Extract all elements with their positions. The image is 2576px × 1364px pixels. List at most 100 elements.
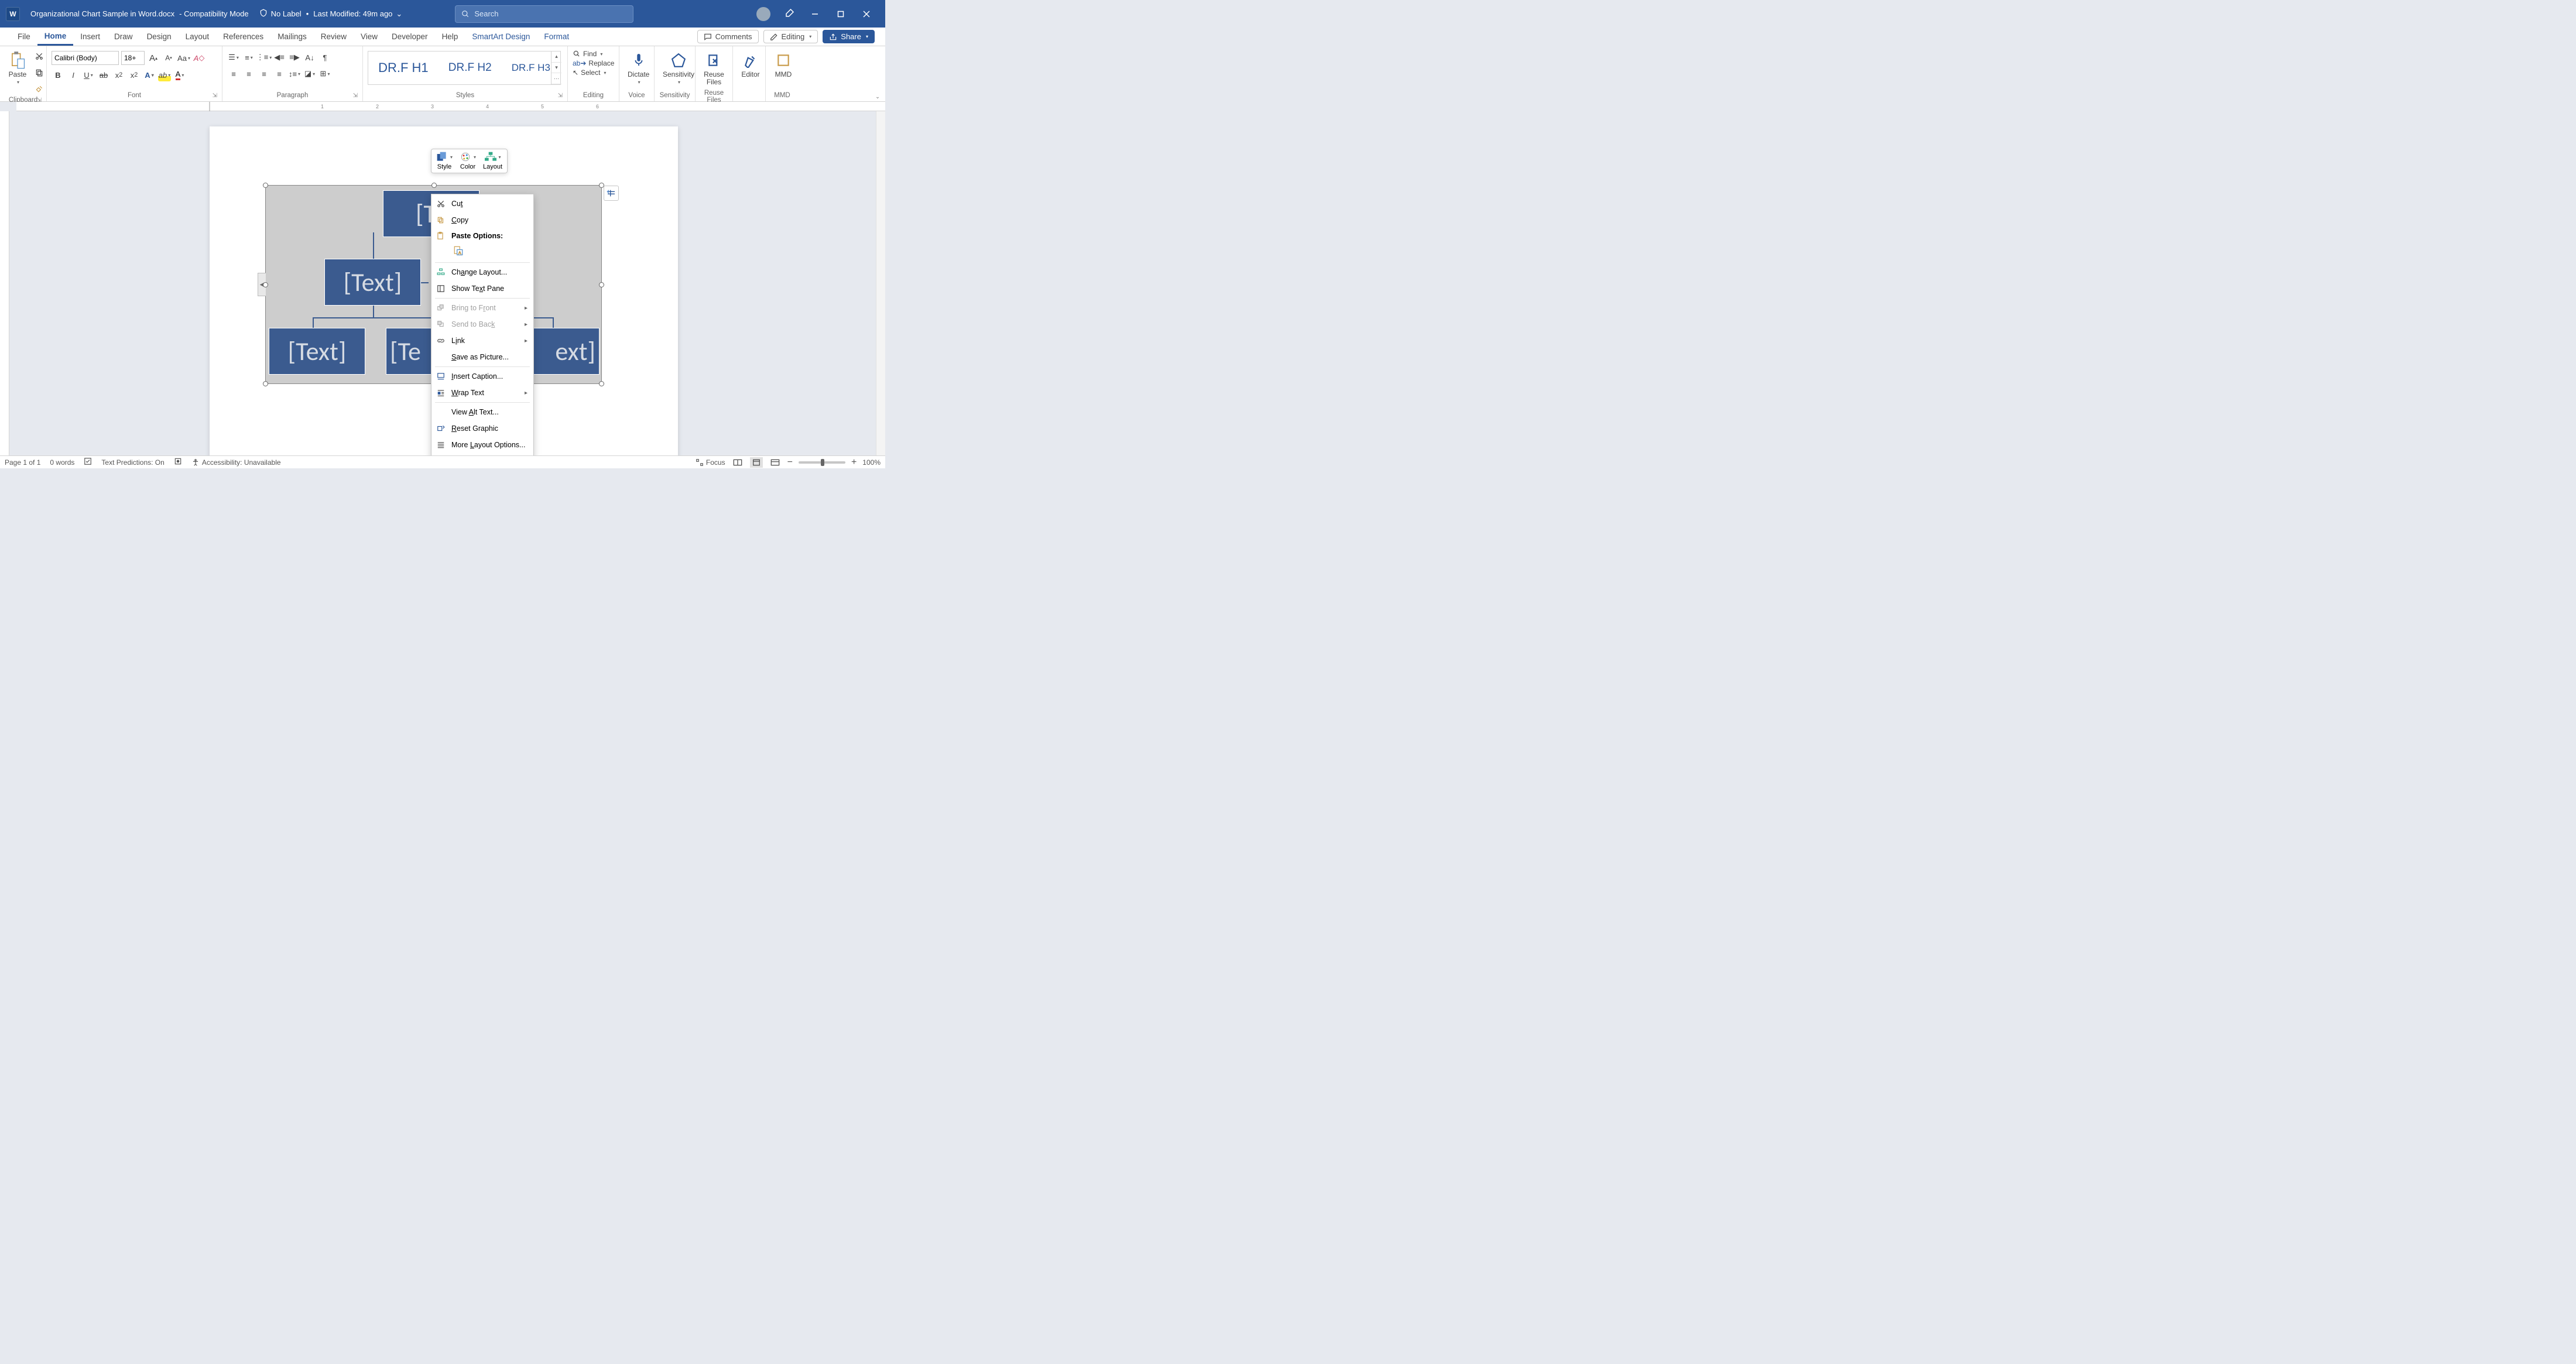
close-button[interactable]: [854, 0, 879, 28]
org-box-child-2[interactable]: [Te: [386, 328, 433, 375]
collapse-ribbon-button[interactable]: ⌄: [873, 92, 882, 101]
subscript-button[interactable]: x2: [112, 68, 125, 81]
ctx-send-to-back[interactable]: Send to Back ▸: [431, 316, 533, 333]
find-button[interactable]: Find▾: [573, 50, 602, 58]
styles-more-button[interactable]: ▴▾⋯: [551, 52, 561, 84]
ctx-wrap-text[interactable]: Wrap Text ▸: [431, 385, 533, 401]
resize-handle-bl[interactable]: [263, 381, 268, 386]
zoom-thumb[interactable]: [821, 459, 824, 466]
macro-icon[interactable]: [174, 457, 182, 467]
reuse-files-button[interactable]: Reuse Files: [700, 49, 728, 88]
read-mode-button[interactable]: [731, 457, 744, 468]
ctx-copy[interactable]: Copy: [431, 212, 533, 228]
focus-mode-button[interactable]: Focus: [696, 458, 725, 467]
bold-button[interactable]: B: [52, 68, 64, 81]
strikethrough-button[interactable]: ab: [97, 68, 110, 81]
last-modified-label[interactable]: Last Modified: 49m ago: [313, 9, 392, 18]
font-name-input[interactable]: [52, 51, 119, 65]
resize-handle-l[interactable]: [263, 282, 268, 287]
zoom-slider[interactable]: [799, 461, 845, 464]
ctx-view-alt-text[interactable]: View Alt Text...: [431, 404, 533, 420]
justify-button[interactable]: ≡: [273, 67, 286, 80]
share-button[interactable]: Share ▾: [823, 30, 875, 43]
web-layout-button[interactable]: [769, 457, 782, 468]
sensitivity-label[interactable]: No Label: [271, 9, 302, 18]
style-item-3[interactable]: DR.F H3: [512, 62, 550, 74]
ctx-bring-to-front[interactable]: Bring to Front ▸: [431, 300, 533, 316]
chevron-down-icon[interactable]: ⌄: [396, 9, 402, 19]
zoom-level[interactable]: 100%: [862, 458, 881, 467]
cut-button[interactable]: [33, 50, 46, 63]
maximize-button[interactable]: [828, 0, 854, 28]
ctx-cut[interactable]: Cut: [431, 196, 533, 212]
tab-file[interactable]: File: [11, 29, 37, 44]
accessibility-status[interactable]: Accessibility: Unavailable: [191, 458, 281, 467]
styles-gallery[interactable]: DR.F H1 DR.F H2 DR.F H3 ▴▾⋯: [368, 51, 561, 85]
ctx-show-text-pane[interactable]: Show Text Pane: [431, 280, 533, 297]
align-left-button[interactable]: ≡: [227, 67, 240, 80]
text-predictions-status[interactable]: Text Predictions: On: [101, 458, 164, 467]
style-item-1[interactable]: DR.F H1: [378, 60, 429, 76]
zoom-in-button[interactable]: +: [851, 457, 857, 468]
paste-button[interactable]: Paste ▾: [5, 49, 30, 87]
font-launcher[interactable]: ⇲: [213, 92, 217, 99]
increase-indent-button[interactable]: ≡▶: [288, 51, 301, 64]
font-color-button[interactable]: A▾: [173, 68, 186, 81]
tab-smartart-design[interactable]: SmartArt Design: [465, 29, 537, 44]
highlight-button[interactable]: ab▾: [158, 68, 171, 81]
mini-layout-button[interactable]: ▾ Layout: [483, 152, 502, 170]
copy-button[interactable]: [33, 66, 46, 79]
vertical-ruler[interactable]: [0, 111, 9, 455]
mini-color-button[interactable]: ▾ Color: [460, 152, 476, 170]
superscript-button[interactable]: x2: [128, 68, 141, 81]
font-size-input[interactable]: [121, 51, 145, 65]
line-spacing-button[interactable]: ↕≡▾: [288, 67, 301, 80]
spell-check-icon[interactable]: [84, 457, 92, 467]
tab-layout[interactable]: Layout: [179, 29, 217, 44]
shading-button[interactable]: ◪▾: [303, 67, 316, 80]
print-layout-button[interactable]: [750, 457, 763, 468]
tab-view[interactable]: View: [354, 29, 385, 44]
tab-format[interactable]: Format: [537, 29, 576, 44]
tab-help[interactable]: Help: [435, 29, 465, 44]
style-item-2[interactable]: DR.F H2: [448, 61, 492, 74]
ctx-insert-caption[interactable]: Insert Caption...: [431, 368, 533, 385]
tab-developer[interactable]: Developer: [385, 29, 435, 44]
underline-button[interactable]: U▾: [82, 68, 95, 81]
search-box[interactable]: Search: [455, 5, 633, 23]
sort-button[interactable]: A↓: [303, 51, 316, 64]
comments-button[interactable]: Comments: [697, 30, 759, 43]
resize-handle-tl[interactable]: [263, 183, 268, 188]
tab-draw[interactable]: Draw: [107, 29, 140, 44]
page-indicator[interactable]: Page 1 of 1: [5, 458, 40, 467]
tab-review[interactable]: Review: [314, 29, 354, 44]
replace-button[interactable]: ab➔Replace: [573, 59, 614, 67]
sensitivity-button[interactable]: Sensitivity▾: [659, 49, 698, 87]
tab-references[interactable]: References: [216, 29, 270, 44]
tab-design[interactable]: Design: [140, 29, 179, 44]
page[interactable]: ◀ [Te [Text] [Text] [Te ext]: [210, 126, 678, 455]
org-box-child-3[interactable]: ext]: [532, 328, 600, 375]
ctx-more-layout-options[interactable]: More Layout Options...: [431, 437, 533, 453]
vertical-scrollbar[interactable]: [876, 111, 885, 455]
format-painter-button[interactable]: [33, 83, 46, 95]
decrease-indent-button[interactable]: ◀≡: [273, 51, 286, 64]
resize-handle-r[interactable]: [599, 282, 604, 287]
ctx-save-as-picture[interactable]: Save as Picture...: [431, 349, 533, 365]
editing-mode-button[interactable]: Editing ▾: [763, 30, 818, 43]
mmd-button[interactable]: MMD: [770, 49, 796, 81]
numbering-button[interactable]: ≡▾: [242, 51, 255, 64]
resize-handle-br[interactable]: [599, 381, 604, 386]
change-case-button[interactable]: Aa▾: [177, 52, 190, 64]
show-marks-button[interactable]: ¶: [318, 51, 331, 64]
borders-button[interactable]: ⊞▾: [318, 67, 331, 80]
italic-button[interactable]: I: [67, 68, 80, 81]
text-effects-button[interactable]: A▾: [143, 68, 156, 81]
brush-icon[interactable]: [785, 8, 795, 20]
layout-options-button[interactable]: [604, 186, 619, 201]
editor-button[interactable]: Editor: [738, 49, 763, 81]
paragraph-launcher[interactable]: ⇲: [353, 92, 358, 99]
tab-mailings[interactable]: Mailings: [270, 29, 314, 44]
grow-font-button[interactable]: A▴: [147, 52, 160, 64]
styles-launcher[interactable]: ⇲: [558, 92, 563, 99]
